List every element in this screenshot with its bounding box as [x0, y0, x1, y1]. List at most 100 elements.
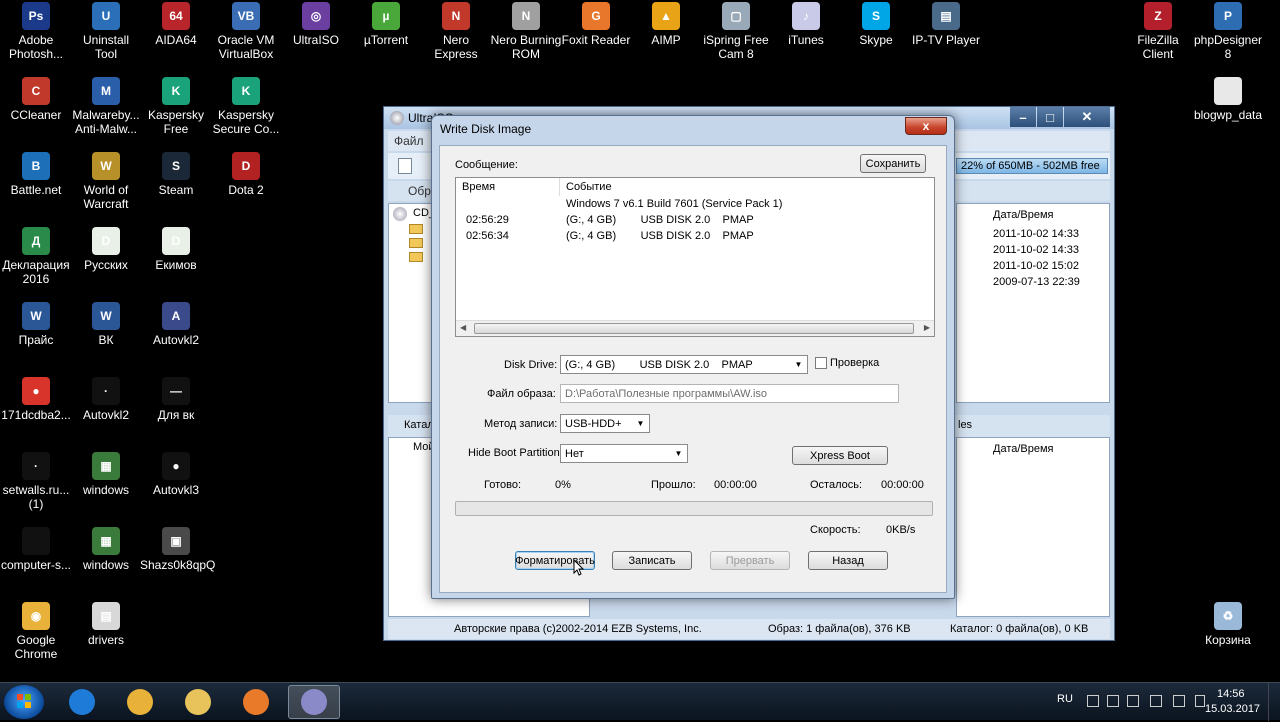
desktop-shortcut[interactable]: ▢ iSpring Free Cam 8: [700, 2, 772, 61]
desktop-shortcut[interactable]: M Malwareby... Anti-Malw...: [70, 77, 142, 136]
date-header-2[interactable]: Дата/Время: [993, 443, 1054, 455]
taskbar-app-button[interactable]: [56, 685, 108, 719]
start-button[interactable]: [4, 685, 44, 719]
write-method-select[interactable]: USB-HDD+ ▼: [560, 414, 650, 433]
image-icon: ●: [162, 452, 190, 480]
desktop-shortcut[interactable]: ▤ drivers: [70, 602, 142, 647]
desktop-shortcut[interactable]: ● 171dcdba2...: [0, 377, 72, 422]
files-tab-fragment[interactable]: les: [958, 419, 972, 431]
taskbar-app-button[interactable]: [288, 685, 340, 719]
desktop-shortcut[interactable]: ▦ windows: [70, 452, 142, 497]
desktop-shortcut[interactable]: K Kaspersky Secure Co...: [210, 77, 282, 136]
desktop-shortcut[interactable]: VB Oracle VM VirtualBox: [210, 2, 282, 61]
foxit-reader-icon: G: [582, 2, 610, 30]
desktop-shortcut[interactable]: W ВК: [70, 302, 142, 347]
language-indicator[interactable]: RU: [1057, 693, 1073, 705]
date-header[interactable]: Дата/Время: [993, 209, 1054, 221]
volume-icon[interactable]: [1173, 695, 1185, 707]
image-file-field[interactable]: D:\Работа\Полезные программы\AW.iso: [560, 384, 899, 403]
desktop-shortcut[interactable]: U Uninstall Tool: [70, 2, 142, 61]
back-button[interactable]: Назад: [808, 551, 888, 570]
desktop-shortcut[interactable]: K Kaspersky Free: [140, 77, 212, 136]
desktop-shortcut[interactable]: W Прайс: [0, 302, 72, 347]
notification-icon[interactable]: [1127, 695, 1139, 707]
desktop-shortcut[interactable]: D Екимов: [140, 227, 212, 272]
clock-date[interactable]: 15.03.2017: [1205, 703, 1260, 715]
show-desktop-button[interactable]: [1268, 683, 1280, 721]
taskbar-app-button[interactable]: [114, 685, 166, 719]
desktop-shortcut[interactable]: S Skype: [840, 2, 912, 47]
desktop-shortcut[interactable]: 64 AIDA64: [140, 2, 212, 47]
desktop-shortcut[interactable]: S Steam: [140, 152, 212, 197]
desktop-shortcut[interactable]: PphpDesigner 8: [1192, 2, 1264, 61]
status-copyright: Авторские права (c)2002-2014 EZB Systems…: [454, 623, 702, 635]
desktop-shortcut[interactable]: ◉ Google Chrome: [0, 602, 72, 661]
clock-time[interactable]: 14:56: [1217, 688, 1245, 700]
network-signal-icon[interactable]: [1150, 695, 1162, 707]
xpress-boot-button[interactable]: Xpress Boot: [792, 446, 888, 465]
log-header-event[interactable]: Событие: [560, 178, 934, 196]
menu-file[interactable]: Файл: [394, 134, 424, 148]
desktop-shortcut[interactable]: ◎ UltraISO: [280, 2, 352, 47]
desktop-shortcut[interactable]: · setwalls.ru... (1): [0, 452, 72, 511]
desktop-shortcut[interactable]: N Nero Express: [420, 2, 492, 61]
verify-label[interactable]: Проверка: [830, 357, 879, 369]
desktop-shortcut-label: iTunes: [788, 33, 824, 47]
desktop-shortcut[interactable]: ▤ IP-TV Player: [910, 2, 982, 47]
desktop-shortcut[interactable]: Д Декларация 2016: [0, 227, 72, 286]
new-file-icon[interactable]: [398, 158, 412, 174]
folder-icon[interactable]: [409, 224, 423, 234]
disk-drive-select[interactable]: (G:, 4 GB) USB DISK 2.0 PMAP ▼: [560, 355, 808, 374]
log-header-time[interactable]: Время: [456, 178, 560, 196]
abort-button[interactable]: Прервать: [710, 551, 790, 570]
taskbar-app-button[interactable]: [230, 685, 282, 719]
kaspersky-free-icon: K: [162, 77, 190, 105]
close-button[interactable]: ✕: [1064, 107, 1110, 127]
phpdesigner-icon: P: [1214, 2, 1242, 30]
desktop-shortcut[interactable]: µ µTorrent: [350, 2, 422, 47]
desktop-shortcut[interactable]: ▣ Shazs0k8qpQ: [140, 527, 215, 572]
network-icon[interactable]: [1107, 695, 1119, 707]
file-explorer-icon: [185, 689, 211, 715]
desktop-shortcut-label: Skype: [859, 33, 893, 47]
desktop-shortcut[interactable]: computer-s...: [0, 527, 72, 572]
tray-icon[interactable]: [1087, 695, 1099, 707]
desktop-shortcut[interactable]: ▲ AIMP: [630, 2, 702, 47]
desktop-shortcut[interactable]: A Autovkl2: [140, 302, 212, 347]
desktop-shortcut[interactable]: D Русских: [70, 227, 142, 272]
desktop-shortcut-label: Autovkl2: [152, 333, 200, 347]
desktop-shortcut-label: World of Warcraft: [83, 183, 129, 211]
catalog-tab[interactable]: Катал: [404, 419, 434, 431]
desktop-shortcut[interactable]: D Dota 2: [210, 152, 282, 197]
verify-checkbox[interactable]: [815, 357, 827, 369]
desktop-shortcut[interactable]: N Nero Burning ROM: [490, 2, 562, 61]
taskbar-app-button[interactable]: [172, 685, 224, 719]
desktop-shortcut[interactable]: ♻ Корзина: [1192, 602, 1264, 647]
desktop-shortcut[interactable]: Z FileZilla Client: [1122, 2, 1194, 61]
flag-icon[interactable]: [1195, 695, 1205, 707]
desktop-shortcut[interactable]: · Autovkl2: [70, 377, 142, 422]
dialog-close-button[interactable]: x: [905, 117, 947, 135]
hide-boot-select[interactable]: Нет ▼: [560, 444, 688, 463]
desktop-shortcut[interactable]: ♪ iTunes: [770, 2, 842, 47]
scroll-thumb[interactable]: [474, 323, 914, 334]
minimize-button[interactable]: –: [1010, 107, 1036, 127]
desktop-shortcut[interactable]: — Для вк: [140, 377, 212, 422]
log-hscrollbar[interactable]: ◀ ▶: [456, 320, 934, 336]
desktop-shortcut[interactable]: Ps Adobe Photosh...: [0, 2, 72, 61]
folder-icon[interactable]: [409, 252, 423, 262]
desktop-shortcut[interactable]: ▦ windows: [70, 527, 142, 572]
desktop-shortcut[interactable]: blogwp_data: [1192, 77, 1264, 122]
scroll-left-icon[interactable]: ◀: [460, 323, 466, 332]
save-button[interactable]: Сохранить: [860, 154, 926, 173]
maximize-button[interactable]: □: [1037, 107, 1063, 127]
chevron-down-icon: ▼: [794, 360, 803, 369]
write-button[interactable]: Записать: [612, 551, 692, 570]
desktop-shortcut[interactable]: B Battle.net: [0, 152, 72, 197]
folder-icon[interactable]: [409, 238, 423, 248]
desktop-shortcut[interactable]: W World of Warcraft: [70, 152, 142, 211]
desktop-shortcut[interactable]: ● Autovkl3: [140, 452, 212, 497]
desktop-shortcut[interactable]: C CCleaner: [0, 77, 72, 122]
scroll-right-icon[interactable]: ▶: [924, 323, 930, 332]
desktop-shortcut[interactable]: G Foxit Reader: [560, 2, 632, 47]
